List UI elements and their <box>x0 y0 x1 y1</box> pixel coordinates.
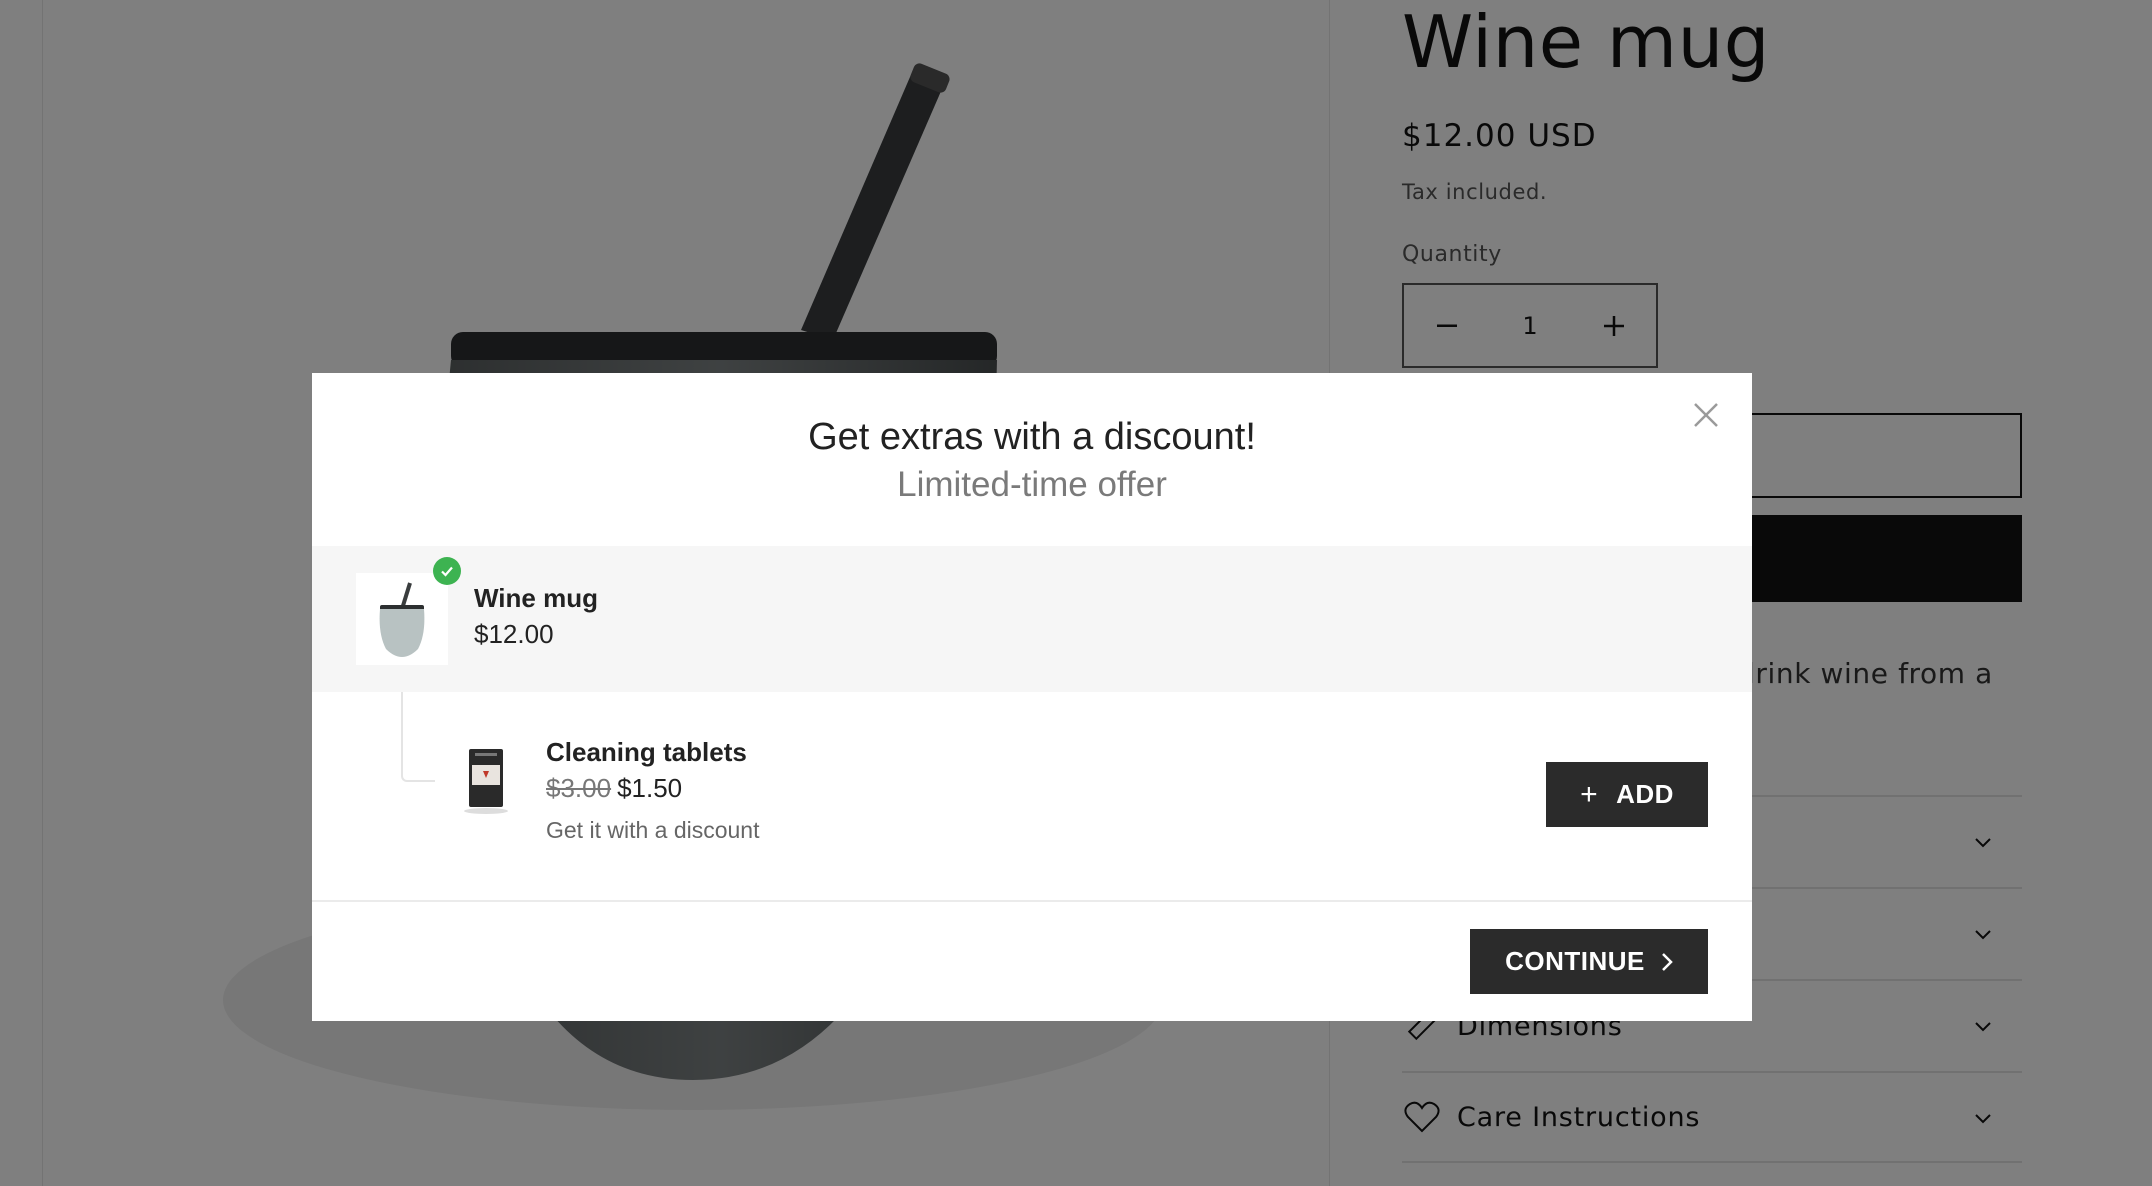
upsell-product-name: Cleaning tablets <box>546 737 747 767</box>
cleaning-tablets-thumbnail-image <box>464 749 508 814</box>
add-upsell-button[interactable]: + ADD <box>1546 762 1708 827</box>
modal-divider <box>312 900 1752 902</box>
upsell-modal: Get extras with a discount! Limited-time… <box>312 373 1752 1021</box>
plus-icon: + <box>1580 777 1599 811</box>
bundle-connector-line <box>401 692 435 782</box>
add-upsell-label: ADD <box>1616 779 1674 809</box>
selected-check-badge <box>433 557 461 585</box>
upsell-product-thumbnail <box>442 736 530 824</box>
continue-button[interactable]: CONTINUE <box>1470 929 1708 994</box>
upsell-note: Get it with a discount <box>546 817 760 843</box>
upsell-product-prices: $3.00 $1.50 <box>546 773 682 804</box>
modal-title: Get extras with a discount! <box>808 416 1256 458</box>
main-product-name: Wine mug <box>474 583 598 613</box>
main-product-price: $12.00 <box>474 619 554 649</box>
upsell-new-price: $1.50 <box>617 773 683 803</box>
main-product-thumbnail <box>356 573 448 665</box>
modal-subtitle: Limited-time offer <box>897 465 1167 504</box>
continue-label: CONTINUE <box>1505 946 1645 976</box>
wine-mug-thumbnail-image <box>379 582 425 657</box>
upsell-old-price: $3.00 <box>546 773 612 803</box>
check-icon <box>441 566 453 577</box>
main-product-row: Wine mug $12.00 <box>312 546 1752 692</box>
chevron-right-icon <box>1662 952 1673 971</box>
